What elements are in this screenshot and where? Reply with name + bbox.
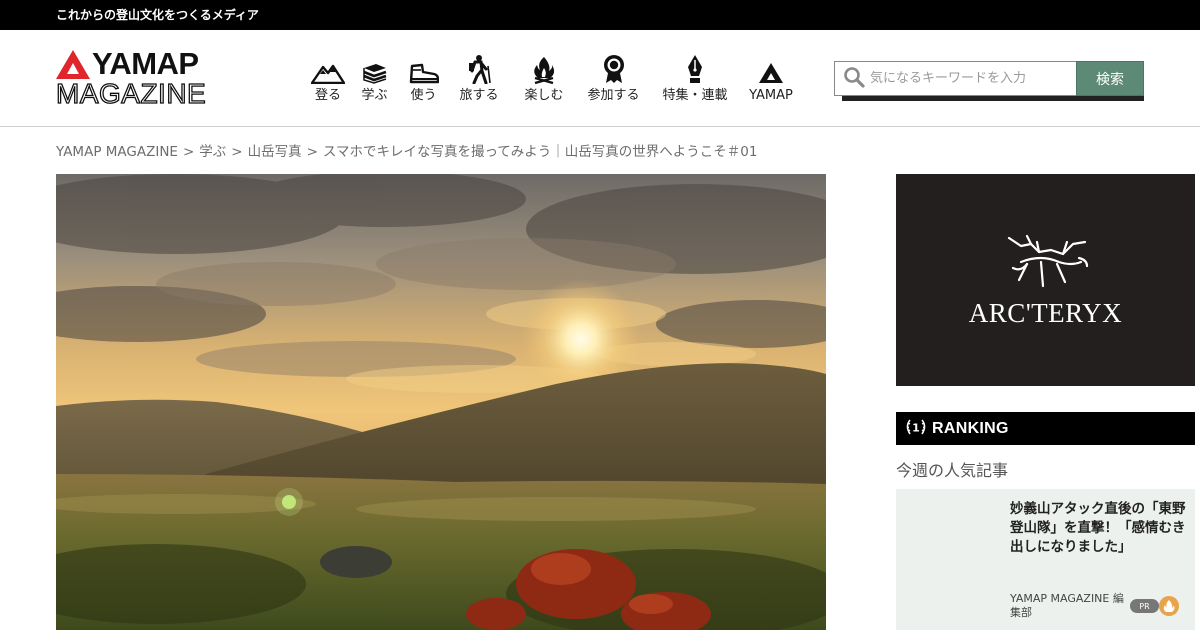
mountain-icon: [311, 54, 345, 84]
tagline: これからの登山文化をつくるメディア: [56, 8, 259, 22]
logo-text-magazine: MAGAZINE: [55, 78, 207, 109]
book-icon: [362, 54, 388, 84]
breadcrumb-separator: >: [182, 144, 195, 160]
breadcrumb-item-mountain-photo[interactable]: 山岳写真: [248, 144, 302, 160]
ranking-card-title[interactable]: 妙義山アタック直後の「東野登山隊」を直撃！「感情むき出しになりました」: [1010, 500, 1186, 557]
boot-icon: [409, 54, 439, 84]
campfire-badge-icon: [1159, 596, 1179, 616]
sunset-mountain-photo: [56, 174, 826, 630]
nav-item-learn[interactable]: 学ぶ: [348, 52, 401, 104]
nav-item-join[interactable]: 参加する: [576, 52, 651, 104]
hiker-icon: [466, 54, 492, 84]
ranking-card-author: YAMAP MAGAZINE 編集部: [1010, 592, 1124, 619]
ranking-title: RANKING: [932, 419, 1009, 437]
nav-item-features[interactable]: 特集・連載: [651, 52, 739, 104]
ranking-card[interactable]: 妙義山アタック直後の「東野登山隊」を直撃！「感情むき出しになりました」 YAMA…: [896, 489, 1195, 630]
hero-image: [56, 174, 826, 630]
nav-item-yamap[interactable]: YAMAP: [739, 52, 803, 104]
campfire-icon: [531, 54, 557, 84]
nav-item-climb[interactable]: 登る: [308, 52, 348, 104]
main-nav: 登る 学ぶ 使う 旅する 楽しむ 参加する 特集・連載 YAMAP: [308, 52, 803, 106]
breadcrumb-separator: >: [306, 144, 318, 160]
breadcrumb-current: スマホでキレイな写真を撮ってみよう｜山岳写真の世界へようこそ＃01: [322, 144, 758, 160]
nav-label: YAMAP: [749, 88, 793, 103]
laurel-icon: 1: [904, 417, 928, 441]
search-input[interactable]: [870, 71, 1070, 86]
logo-text-yamap: YAMAP: [92, 46, 199, 81]
ranking-subtitle: 今週の人気記事: [896, 461, 1009, 480]
breadcrumb-item-home[interactable]: YAMAP MAGAZINE: [56, 144, 178, 160]
site-header: YAMAP MAGAZINE 登る 学ぶ 使う 旅する 楽しむ 参加する 特集・…: [0, 30, 1200, 127]
top-bar: これからの登山文化をつくるメディア: [0, 0, 1200, 30]
nav-label: 特集・連載: [662, 88, 728, 103]
nav-label: 学ぶ: [361, 88, 388, 103]
nav-item-enjoy[interactable]: 楽しむ: [512, 52, 576, 104]
site-logo[interactable]: YAMAP MAGAZINE: [55, 46, 208, 109]
logo-mountain-icon: [56, 49, 90, 79]
nav-label: 使う: [410, 88, 437, 103]
svg-text:1: 1: [912, 421, 920, 434]
yamap-logo-icon: [758, 54, 784, 84]
search-form: 検索: [834, 61, 1144, 101]
nav-item-use[interactable]: 使う: [401, 52, 446, 104]
archaeopteryx-logo-icon: [1007, 234, 1088, 287]
search-box: [834, 61, 1077, 96]
nav-label: 楽しむ: [524, 88, 564, 103]
nav-label: 旅する: [459, 88, 499, 103]
search-icon: [843, 66, 865, 92]
pr-badge: PR: [1130, 599, 1159, 613]
breadcrumb-item-learn[interactable]: 学ぶ: [199, 144, 226, 160]
ad-brand: ARC'TERYX: [968, 297, 1123, 328]
breadcrumb-separator: >: [231, 144, 243, 160]
nav-item-travel[interactable]: 旅する: [446, 52, 512, 104]
nav-label: 参加する: [587, 88, 640, 103]
pen-icon: [686, 54, 704, 84]
ad-banner[interactable]: ARC'TERYX: [896, 174, 1195, 386]
badge-icon: [602, 54, 626, 84]
search-button[interactable]: 検索: [1076, 61, 1144, 96]
ranking-header: 1 RANKING: [896, 412, 1195, 445]
nav-label: 登る: [314, 88, 341, 103]
breadcrumb: YAMAP MAGAZINE > 学ぶ > 山岳写真 > スマホでキレイな写真を撮ってみよう…: [56, 140, 758, 160]
